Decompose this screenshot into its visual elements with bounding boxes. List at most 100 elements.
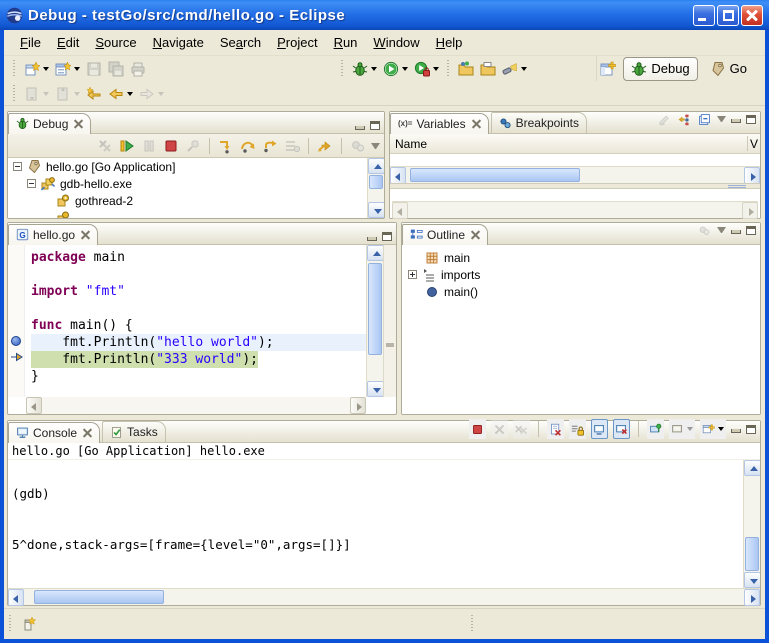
tab-breakpoints[interactable]: Breakpoints — [491, 112, 587, 133]
menu-file[interactable]: File — [12, 32, 49, 53]
terminate-button[interactable] — [162, 135, 180, 157]
menu-navigate[interactable]: Navigate — [145, 32, 212, 53]
clear-console-button[interactable] — [547, 419, 564, 439]
console-output[interactable]: (gdb) 5^done,stack-args=[frame={level="0… — [8, 460, 743, 588]
scroll-down-button[interactable] — [367, 381, 384, 397]
remove-terminated-button[interactable] — [96, 135, 114, 157]
use-step-filters-button[interactable] — [316, 135, 334, 157]
tab-console[interactable]: Console — [8, 422, 100, 443]
column-divider[interactable] — [747, 136, 748, 151]
show-logical-structure-button[interactable] — [677, 108, 692, 130]
menu-source[interactable]: Source — [87, 32, 144, 53]
maximize-view-icon[interactable] — [746, 226, 756, 235]
annotation-marker[interactable] — [386, 343, 394, 347]
maximize-view-icon[interactable] — [746, 425, 756, 434]
menu-project[interactable]: Project — [269, 32, 325, 53]
open-perspective-button[interactable] — [597, 58, 619, 80]
collapse-all-button[interactable] — [697, 108, 712, 130]
view-menu-icon[interactable] — [717, 116, 726, 122]
tab-tasks[interactable]: Tasks — [102, 421, 166, 442]
breakpoint-icon[interactable] — [11, 336, 21, 346]
tab-hello-go[interactable]: G hello.go — [8, 224, 98, 245]
minimize-view-icon[interactable] — [731, 230, 741, 234]
show-type-names-button[interactable] — [657, 108, 672, 130]
open-console-button[interactable] — [700, 419, 726, 439]
close-icon[interactable] — [81, 230, 90, 239]
resume-button[interactable] — [118, 135, 136, 157]
display-selected-console-button[interactable] — [669, 419, 695, 439]
new-wizard-button[interactable] — [21, 58, 52, 80]
scroll-left-button[interactable] — [390, 167, 406, 184]
pin-console-button[interactable] — [647, 419, 664, 439]
tree-row[interactable]: gdb-hello.exe — [8, 175, 384, 192]
menu-edit[interactable]: Edit — [49, 32, 87, 53]
console-vscrollbar[interactable] — [743, 460, 760, 588]
tree-row-partial[interactable] — [8, 209, 384, 218]
close-icon[interactable] — [74, 119, 83, 128]
menu-help[interactable]: Help — [428, 32, 471, 53]
last-edit-location-button[interactable] — [83, 83, 105, 105]
collapse-expander-icon[interactable] — [13, 162, 22, 171]
go-perspective-button[interactable]: Go — [702, 57, 755, 81]
save-all-button[interactable] — [105, 58, 127, 80]
outline-item-main-func[interactable]: main() — [402, 283, 760, 300]
next-annotation-button[interactable] — [21, 83, 52, 105]
maximize-view-icon[interactable] — [370, 121, 380, 130]
maximize-view-icon[interactable] — [746, 115, 756, 124]
expand-expander-icon[interactable] — [408, 270, 417, 279]
menu-search[interactable]: Search — [212, 32, 269, 53]
editor-vscrollbar[interactable] — [366, 245, 383, 397]
step-into-button[interactable] — [217, 135, 235, 157]
scroll-left-button[interactable] — [8, 589, 24, 606]
scroll-lock-button[interactable] — [569, 419, 586, 439]
console-hscrollbar[interactable] — [8, 588, 760, 605]
new-project-button[interactable] — [52, 58, 83, 80]
print-button[interactable] — [127, 58, 149, 80]
step-over-button[interactable] — [239, 135, 257, 157]
scroll-right-button[interactable] — [744, 167, 760, 184]
previous-annotation-button[interactable] — [52, 83, 83, 105]
tree-row[interactable]: gothread-2 — [8, 192, 384, 209]
scroll-down-button[interactable] — [368, 202, 384, 218]
outline-sort-button[interactable] — [697, 219, 712, 241]
debug-view-extra-button[interactable] — [349, 135, 367, 157]
close-icon[interactable] — [472, 119, 481, 128]
variables-hscrollbar[interactable] — [390, 166, 760, 183]
tab-outline[interactable]: Outline — [402, 224, 488, 245]
scroll-up-button[interactable] — [368, 158, 384, 174]
minimize-view-icon[interactable] — [367, 237, 377, 241]
forward-button[interactable] — [136, 83, 167, 105]
run-launch-button[interactable] — [380, 58, 411, 80]
open-resource-button[interactable] — [477, 58, 499, 80]
close-icon[interactable] — [83, 428, 92, 437]
outline-item-imports[interactable]: imports — [402, 266, 760, 283]
scroll-up-button[interactable] — [744, 460, 760, 476]
menu-run[interactable]: Run — [326, 32, 366, 53]
scroll-right-button[interactable] — [744, 589, 760, 606]
search-button[interactable] — [499, 58, 530, 80]
editor-marker-bar[interactable] — [8, 245, 25, 397]
tab-variables[interactable]: (x)= Variables — [390, 113, 489, 134]
fast-view-button[interactable] — [18, 613, 40, 635]
disconnect-button[interactable] — [184, 135, 202, 157]
back-button[interactable] — [105, 83, 136, 105]
outline-item-main[interactable]: main — [402, 249, 760, 266]
variables-column-header[interactable]: Name V — [390, 134, 760, 154]
minimize-button[interactable] — [693, 5, 715, 26]
debug-perspective-button[interactable]: Debug — [623, 57, 697, 81]
drop-to-frame-button[interactable] — [283, 135, 301, 157]
minimize-view-icon[interactable] — [355, 126, 365, 130]
save-button[interactable] — [83, 58, 105, 80]
menu-window[interactable]: Window — [365, 32, 427, 53]
collapse-expander-icon[interactable] — [27, 179, 36, 188]
minimize-view-icon[interactable] — [731, 429, 741, 433]
code-area[interactable]: package main import "fmt" func main() { … — [25, 245, 366, 397]
maximize-view-icon[interactable] — [382, 232, 392, 241]
debug-launch-button[interactable] — [349, 58, 380, 80]
scroll-down-button[interactable] — [744, 572, 760, 588]
show-stdout-button[interactable] — [591, 419, 608, 439]
minimize-view-icon[interactable] — [731, 119, 741, 123]
overview-ruler[interactable] — [383, 245, 396, 397]
view-menu-icon[interactable] — [717, 227, 726, 233]
view-menu-icon[interactable] — [371, 143, 380, 149]
